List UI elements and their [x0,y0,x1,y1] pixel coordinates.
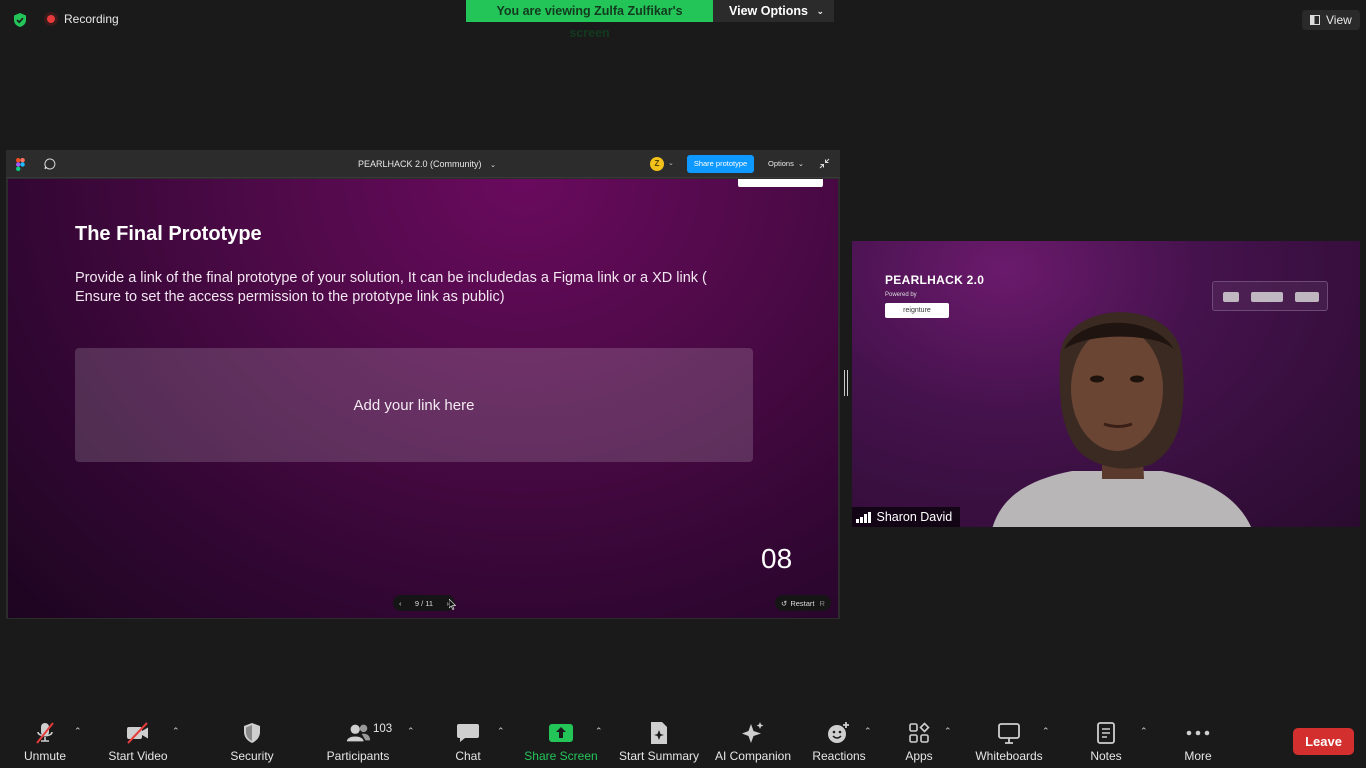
chevron-down-icon: ⌄ [816,5,824,16]
viewing-banner: You are viewing Zulfa Zulfikar's screen … [466,0,834,40]
video-options-icon[interactable]: ⌃ [172,726,180,737]
participants-options-icon[interactable]: ⌃ [407,726,415,737]
share-screen-label: Share Screen [524,749,598,763]
user-avatar[interactable]: Z [650,157,664,171]
slide-pager: ‹ 9 / 11 › [393,595,455,611]
share-options-icon[interactable]: ⌃ [595,726,603,737]
share-screen-icon [548,720,574,746]
chevron-down-icon: ⌄ [490,162,496,169]
share-prototype-button[interactable]: Share prototype [687,155,754,173]
restart-label: Restart [790,598,815,608]
whiteboard-icon [996,720,1022,746]
shield-icon [239,720,265,746]
notes-button[interactable]: Notes [1061,720,1151,763]
sparkle-icon [740,720,766,746]
sponsor-logo-mark [1295,292,1319,302]
audio-options-icon[interactable]: ⌃ [74,726,82,737]
comment-icon[interactable] [44,158,56,170]
reactions-options-icon[interactable]: ⌃ [864,726,872,737]
viewing-screen-label: You are viewing Zulfa Zulfikar's screen [466,0,713,40]
chevron-down-icon[interactable]: ⌄ [668,159,674,167]
notes-options-icon[interactable]: ⌃ [1140,726,1148,737]
video-camera-off-icon [125,720,151,746]
start-summary-button[interactable]: Start Summary [614,720,704,763]
more-button[interactable]: More [1153,720,1243,763]
page-indicator: 9 / 11 [414,598,434,608]
view-label: View [1326,13,1352,27]
apps-label: Apps [905,749,933,763]
slide-tab [738,179,823,187]
figma-toolbar: PEARLHACK 2.0 (Community) ⌄ Z ⌄ Share pr… [6,150,840,178]
figma-logo-icon[interactable] [16,158,25,171]
slide-body: Provide a link of the final prototype of… [75,270,707,305]
restart-icon: ↺ [781,598,788,608]
start-video-label: Start Video [108,749,168,763]
collapse-icon[interactable] [819,158,830,169]
more-dots-icon [1185,720,1211,746]
sponsor-logo: reignture [885,303,949,318]
signal-strength-icon [856,511,871,523]
apps-icon [906,720,932,746]
video-tile[interactable]: PEARLHACK 2.0 Powered by reignture Sharo… [852,241,1360,527]
top-bar: Recording You are viewing Zulfa Zulfikar… [0,0,1366,40]
notes-label: Notes [1090,749,1122,763]
participant-video [992,312,1251,527]
ai-companion-label: AI Companion [714,749,792,763]
participants-icon [345,720,371,746]
start-video-button[interactable]: Start Video [93,720,183,763]
shared-screen: PEARLHACK 2.0 (Community) ⌄ Z ⌄ Share pr… [6,150,840,619]
chat-label: Chat [455,749,481,763]
powered-by-label: Powered by [885,292,917,298]
unmute-label: Unmute [23,749,67,763]
security-shield-icon[interactable] [12,12,28,28]
previous-slide-icon[interactable]: ‹ [399,599,402,608]
chat-options-icon[interactable]: ⌃ [497,726,505,737]
view-options-label: View Options [729,4,808,18]
file-title[interactable]: PEARLHACK 2.0 (Community) ⌄ [358,159,496,169]
chat-icon [455,720,481,746]
restart-shortcut: R [819,598,825,608]
mouse-cursor-icon [449,599,456,610]
recording-label: Recording [64,12,119,26]
notes-icon [1093,720,1119,746]
whiteboards-options-icon[interactable]: ⌃ [1042,726,1050,737]
link-placeholder-box: Add your link here [75,348,753,462]
participant-name-tag: Sharon David [852,507,961,527]
options-menu[interactable]: Options ⌄ [768,159,804,168]
security-button[interactable]: Security [207,720,297,763]
chevron-down-icon: ⌄ [797,161,804,168]
more-label: More [1184,749,1212,763]
file-title-label: PEARLHACK 2.0 (Community) [358,159,482,169]
layout-icon [1310,15,1320,25]
whiteboards-button[interactable]: Whiteboards [964,720,1054,763]
options-label: Options [768,159,794,168]
recording-indicator[interactable]: Recording [44,12,119,26]
share-screen-button[interactable]: Share Screen [516,720,606,763]
start-summary-label: Start Summary [618,749,699,763]
apps-options-icon[interactable]: ⌃ [944,726,952,737]
view-button[interactable]: View [1302,10,1360,30]
ai-companion-button[interactable]: AI Companion [708,720,798,763]
participants-count: 103 [373,723,393,735]
emoji-add-icon [826,720,852,746]
leave-button[interactable]: Leave [1293,728,1354,755]
slide-title: The Final Prototype [75,223,262,245]
microphone-muted-icon [32,720,58,746]
meeting-toolbar: Unmute ⌃ Start Video ⌃ Security Particip… [0,712,1366,768]
resize-handle[interactable] [844,370,848,396]
prototype-slide: The Final Prototype Provide a link of th… [8,179,838,618]
restart-button[interactable]: ↺ Restart R [775,595,831,611]
view-options-button[interactable]: View Options ⌄ [713,0,834,22]
slide-number: 08 [761,543,793,574]
record-icon [44,12,58,26]
link-placeholder-text: Add your link here [353,396,475,414]
whiteboards-label: Whiteboards [975,749,1043,763]
participant-name: Sharon David [876,510,953,524]
participants-label: Participants [326,749,390,763]
document-sparkle-icon [646,720,672,746]
security-label: Security [230,749,274,763]
reactions-label: Reactions [812,749,866,763]
